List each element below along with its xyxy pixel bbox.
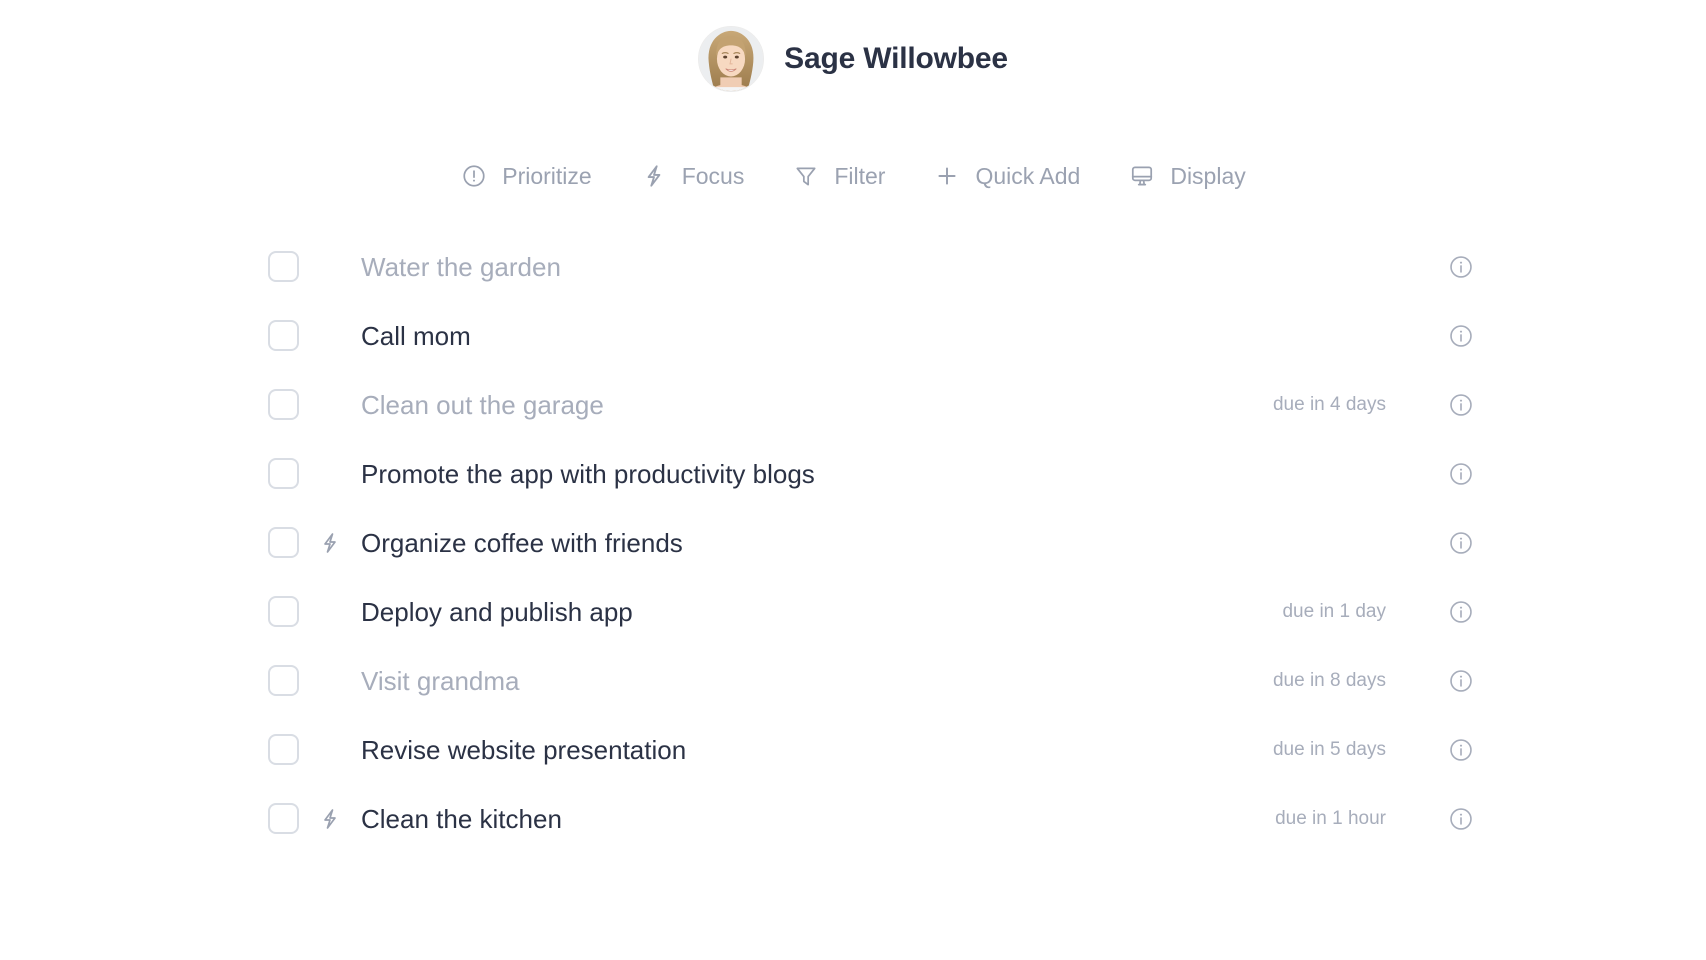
toolbar-item-filter[interactable]: Filter [768,158,909,194]
task-title: Clean the kitchen [361,803,562,834]
task-due-text: due in 5 days [1272,739,1386,760]
task-focus-bolt-icon [299,531,361,555]
task-focus-bolt-icon [299,255,361,279]
task-focus-bolt-icon [299,600,361,624]
task-title: Deploy and publish app [361,596,633,627]
task-checkbox[interactable] [268,251,299,282]
task-checkbox[interactable] [268,596,299,627]
toolbar-item-focus[interactable]: Focus [616,158,769,194]
info-icon[interactable] [1448,806,1474,832]
funnel-icon [792,162,820,190]
avatar[interactable] [698,26,765,92]
toolbar-item-quick-add[interactable]: Quick Add [909,158,1104,194]
task-checkbox[interactable] [268,320,299,351]
monitor-icon [1128,162,1156,190]
task-title: Call mom [361,320,471,351]
table-row[interactable]: Call mom [268,301,1474,370]
toolbar: Prioritize Focus Filter Quick Add Displa… [0,154,1706,198]
info-icon[interactable] [1448,668,1474,694]
table-row[interactable]: Promote the app with productivity blogs [268,439,1474,508]
task-focus-bolt-icon [299,393,361,417]
info-icon[interactable] [1448,254,1474,280]
task-focus-bolt-icon [299,669,361,693]
toolbar-label-display: Display [1170,162,1246,189]
task-checkbox[interactable] [268,527,299,558]
table-row[interactable]: Revise website presentation due in 5 day… [268,715,1474,784]
toolbar-label-prioritize: Prioritize [502,162,592,189]
table-row[interactable]: Deploy and publish app due in 1 day [268,577,1474,646]
info-icon[interactable] [1448,392,1474,418]
toolbar-label-filter: Filter [834,162,886,189]
task-due-text: due in 1 hour [1275,808,1386,829]
task-focus-bolt-icon [299,738,361,762]
info-icon[interactable] [1448,323,1474,349]
task-focus-bolt-icon [299,324,361,348]
task-checkbox[interactable] [268,389,299,420]
task-title: Clean out the garage [361,389,604,420]
toolbar-item-prioritize[interactable]: Prioritize [436,158,615,194]
plus-icon [933,162,961,190]
lightning-bolt-icon [640,162,668,190]
app-root: Sage Willowbee Prioritize Focus Filter Q… [0,0,1706,960]
task-list: Water the garden Call mom Clean out the … [0,232,1706,853]
info-icon[interactable] [1448,461,1474,487]
table-row[interactable]: Clean the kitchen due in 1 hour [268,784,1474,853]
table-row[interactable]: Organize coffee with friends [268,508,1474,577]
info-icon[interactable] [1448,737,1474,763]
task-focus-bolt-icon [299,807,361,831]
task-due-text: due in 1 day [1282,601,1386,622]
task-checkbox[interactable] [268,458,299,489]
user-name: Sage Willowbee [784,42,1008,75]
table-row[interactable]: Clean out the garage due in 4 days [268,370,1474,439]
task-focus-bolt-icon [299,462,361,486]
task-title: Organize coffee with friends [361,527,683,558]
task-due-text: due in 8 days [1272,670,1386,691]
table-row[interactable]: Water the garden [268,232,1474,301]
info-icon[interactable] [1448,530,1474,556]
info-icon[interactable] [1448,599,1474,625]
task-due-text: due in 4 days [1272,394,1386,415]
toolbar-label-focus: Focus [681,162,745,189]
task-title: Revise website presentation [361,734,687,765]
exclamation-circle-icon [460,162,488,190]
page-header: Sage Willowbee [0,0,1706,92]
task-checkbox[interactable] [268,734,299,765]
task-title: Water the garden [361,251,561,282]
task-checkbox[interactable] [268,803,299,834]
task-title: Promote the app with productivity blogs [361,458,815,489]
toolbar-item-display[interactable]: Display [1104,158,1269,194]
task-title: Visit grandma [361,665,520,696]
toolbar-label-quick-add: Quick Add [975,162,1081,189]
task-checkbox[interactable] [268,665,299,696]
table-row[interactable]: Visit grandma due in 8 days [268,646,1474,715]
avatar-photo [699,27,764,91]
